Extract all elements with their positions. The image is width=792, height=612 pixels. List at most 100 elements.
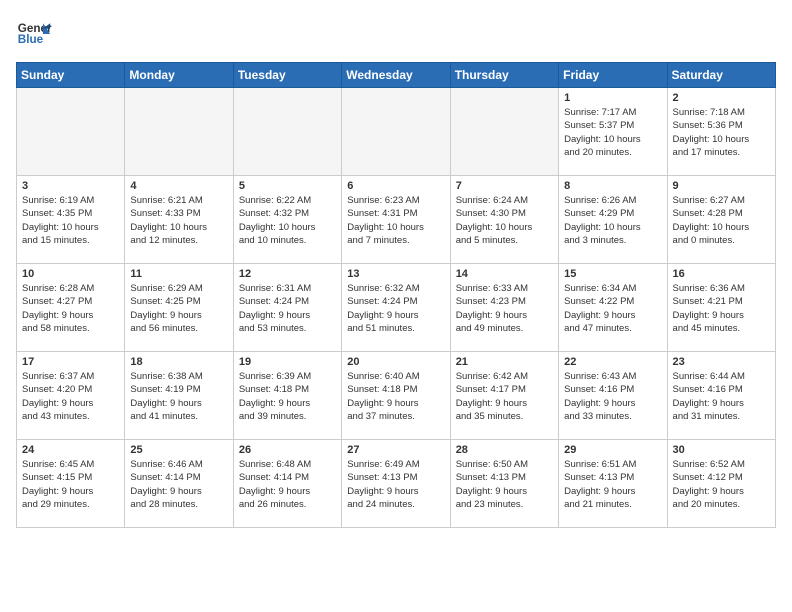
day-info: Sunrise: 6:33 AM Sunset: 4:23 PM Dayligh… bbox=[456, 282, 553, 335]
calendar-cell: 23 Sunrise: 6:44 AM Sunset: 4:16 PM Dayli… bbox=[667, 352, 775, 440]
calendar-cell: 28 Sunrise: 6:50 AM Sunset: 4:13 PM Dayli… bbox=[450, 440, 558, 528]
weekday-header-sunday: Sunday bbox=[17, 63, 125, 88]
day-info: Sunrise: 6:43 AM Sunset: 4:16 PM Dayligh… bbox=[564, 370, 661, 423]
day-info: Sunrise: 6:48 AM Sunset: 4:14 PM Dayligh… bbox=[239, 458, 336, 511]
day-number: 2 bbox=[673, 92, 770, 104]
calendar-cell: 15 Sunrise: 6:34 AM Sunset: 4:22 PM Dayli… bbox=[559, 264, 667, 352]
day-number: 17 bbox=[22, 356, 119, 368]
calendar-cell: 24 Sunrise: 6:45 AM Sunset: 4:15 PM Dayli… bbox=[17, 440, 125, 528]
day-number: 3 bbox=[22, 180, 119, 192]
day-number: 26 bbox=[239, 444, 336, 456]
calendar-cell: 7Sunrise: 6:24 AM Sunset: 4:30 PM Daylig… bbox=[450, 176, 558, 264]
calendar-cell: 27Sunrise: 6:49 AM Sunset: 4:13 PM Dayli… bbox=[342, 440, 450, 528]
calendar-cell: 12 Sunrise: 6:31 AM Sunset: 4:24 PM Dayli… bbox=[233, 264, 341, 352]
day-info: Sunrise: 6:31 AM Sunset: 4:24 PM Dayligh… bbox=[239, 282, 336, 335]
day-info: Sunrise: 6:27 AM Sunset: 4:28 PM Dayligh… bbox=[673, 194, 770, 247]
day-info: Sunrise: 6:22 AM Sunset: 4:32 PM Dayligh… bbox=[239, 194, 336, 247]
day-number: 14 bbox=[456, 268, 553, 280]
calendar-cell: 5Sunrise: 6:22 AM Sunset: 4:32 PM Daylig… bbox=[233, 176, 341, 264]
calendar-cell: 17 Sunrise: 6:37 AM Sunset: 4:20 PM Dayli… bbox=[17, 352, 125, 440]
calendar-cell: 19 Sunrise: 6:39 AM Sunset: 4:18 PM Dayli… bbox=[233, 352, 341, 440]
day-number: 18 bbox=[130, 356, 227, 368]
day-info: Sunrise: 6:19 AM Sunset: 4:35 PM Dayligh… bbox=[22, 194, 119, 247]
day-info: Sunrise: 6:39 AM Sunset: 4:18 PM Dayligh… bbox=[239, 370, 336, 423]
calendar-cell: 16 Sunrise: 6:36 AM Sunset: 4:21 PM Dayli… bbox=[667, 264, 775, 352]
calendar-table: SundayMondayTuesdayWednesdayThursdayFrid… bbox=[16, 62, 776, 528]
day-info: Sunrise: 6:32 AM Sunset: 4:24 PM Dayligh… bbox=[347, 282, 444, 335]
day-info: Sunrise: 6:29 AM Sunset: 4:25 PM Dayligh… bbox=[130, 282, 227, 335]
calendar-cell: 30Sunrise: 6:52 AM Sunset: 4:12 PM Dayli… bbox=[667, 440, 775, 528]
day-number: 22 bbox=[564, 356, 661, 368]
day-number: 4 bbox=[130, 180, 227, 192]
day-info: Sunrise: 6:24 AM Sunset: 4:30 PM Dayligh… bbox=[456, 194, 553, 247]
weekday-header-tuesday: Tuesday bbox=[233, 63, 341, 88]
calendar-cell: 1 Sunrise: 7:17 AM Sunset: 5:37 PM Daylig… bbox=[559, 88, 667, 176]
day-number: 6 bbox=[347, 180, 444, 192]
calendar-cell: 8 Sunrise: 6:26 AM Sunset: 4:29 PM Daylig… bbox=[559, 176, 667, 264]
calendar-cell bbox=[342, 88, 450, 176]
calendar-cell: 20Sunrise: 6:40 AM Sunset: 4:18 PM Dayli… bbox=[342, 352, 450, 440]
day-number: 11 bbox=[130, 268, 227, 280]
day-info: Sunrise: 6:38 AM Sunset: 4:19 PM Dayligh… bbox=[130, 370, 227, 423]
day-info: Sunrise: 6:40 AM Sunset: 4:18 PM Dayligh… bbox=[347, 370, 444, 423]
day-info: Sunrise: 6:46 AM Sunset: 4:14 PM Dayligh… bbox=[130, 458, 227, 511]
weekday-header-thursday: Thursday bbox=[450, 63, 558, 88]
page-header: General Blue bbox=[16, 16, 776, 52]
logo: General Blue bbox=[16, 16, 52, 52]
calendar-cell bbox=[450, 88, 558, 176]
day-info: Sunrise: 6:28 AM Sunset: 4:27 PM Dayligh… bbox=[22, 282, 119, 335]
calendar-cell: 9 Sunrise: 6:27 AM Sunset: 4:28 PM Daylig… bbox=[667, 176, 775, 264]
day-info: Sunrise: 6:44 AM Sunset: 4:16 PM Dayligh… bbox=[673, 370, 770, 423]
day-number: 8 bbox=[564, 180, 661, 192]
calendar-cell: 21 Sunrise: 6:42 AM Sunset: 4:17 PM Dayli… bbox=[450, 352, 558, 440]
week-row-5: 24 Sunrise: 6:45 AM Sunset: 4:15 PM Dayli… bbox=[17, 440, 776, 528]
day-number: 29 bbox=[564, 444, 661, 456]
day-number: 16 bbox=[673, 268, 770, 280]
weekday-header-friday: Friday bbox=[559, 63, 667, 88]
day-number: 19 bbox=[239, 356, 336, 368]
week-row-1: 1 Sunrise: 7:17 AM Sunset: 5:37 PM Daylig… bbox=[17, 88, 776, 176]
day-info: Sunrise: 6:36 AM Sunset: 4:21 PM Dayligh… bbox=[673, 282, 770, 335]
day-info: Sunrise: 6:37 AM Sunset: 4:20 PM Dayligh… bbox=[22, 370, 119, 423]
logo-icon: General Blue bbox=[16, 16, 52, 52]
day-info: Sunrise: 6:52 AM Sunset: 4:12 PM Dayligh… bbox=[673, 458, 770, 511]
day-info: Sunrise: 6:34 AM Sunset: 4:22 PM Dayligh… bbox=[564, 282, 661, 335]
day-number: 25 bbox=[130, 444, 227, 456]
weekday-header-row: SundayMondayTuesdayWednesdayThursdayFrid… bbox=[17, 63, 776, 88]
calendar-cell: 13Sunrise: 6:32 AM Sunset: 4:24 PM Dayli… bbox=[342, 264, 450, 352]
weekday-header-monday: Monday bbox=[125, 63, 233, 88]
day-info: Sunrise: 7:18 AM Sunset: 5:36 PM Dayligh… bbox=[673, 106, 770, 159]
svg-text:Blue: Blue bbox=[18, 33, 44, 46]
day-number: 28 bbox=[456, 444, 553, 456]
day-number: 12 bbox=[239, 268, 336, 280]
calendar-cell: 14 Sunrise: 6:33 AM Sunset: 4:23 PM Dayli… bbox=[450, 264, 558, 352]
calendar-cell: 22 Sunrise: 6:43 AM Sunset: 4:16 PM Dayli… bbox=[559, 352, 667, 440]
day-info: Sunrise: 7:17 AM Sunset: 5:37 PM Dayligh… bbox=[564, 106, 661, 159]
day-info: Sunrise: 6:50 AM Sunset: 4:13 PM Dayligh… bbox=[456, 458, 553, 511]
day-number: 1 bbox=[564, 92, 661, 104]
calendar-cell bbox=[233, 88, 341, 176]
week-row-2: 3 Sunrise: 6:19 AM Sunset: 4:35 PM Daylig… bbox=[17, 176, 776, 264]
calendar-cell: 25 Sunrise: 6:46 AM Sunset: 4:14 PM Dayli… bbox=[125, 440, 233, 528]
day-info: Sunrise: 6:51 AM Sunset: 4:13 PM Dayligh… bbox=[564, 458, 661, 511]
calendar-cell: 29 Sunrise: 6:51 AM Sunset: 4:13 PM Dayli… bbox=[559, 440, 667, 528]
day-number: 24 bbox=[22, 444, 119, 456]
week-row-3: 10 Sunrise: 6:28 AM Sunset: 4:27 PM Dayli… bbox=[17, 264, 776, 352]
day-number: 27 bbox=[347, 444, 444, 456]
calendar-cell bbox=[17, 88, 125, 176]
week-row-4: 17 Sunrise: 6:37 AM Sunset: 4:20 PM Dayli… bbox=[17, 352, 776, 440]
day-number: 21 bbox=[456, 356, 553, 368]
day-number: 15 bbox=[564, 268, 661, 280]
day-info: Sunrise: 6:45 AM Sunset: 4:15 PM Dayligh… bbox=[22, 458, 119, 511]
weekday-header-wednesday: Wednesday bbox=[342, 63, 450, 88]
calendar-cell: 4Sunrise: 6:21 AM Sunset: 4:33 PM Daylig… bbox=[125, 176, 233, 264]
calendar-cell: 26 Sunrise: 6:48 AM Sunset: 4:14 PM Dayli… bbox=[233, 440, 341, 528]
day-number: 10 bbox=[22, 268, 119, 280]
day-info: Sunrise: 6:42 AM Sunset: 4:17 PM Dayligh… bbox=[456, 370, 553, 423]
weekday-header-saturday: Saturday bbox=[667, 63, 775, 88]
day-info: Sunrise: 6:23 AM Sunset: 4:31 PM Dayligh… bbox=[347, 194, 444, 247]
calendar-cell: 11 Sunrise: 6:29 AM Sunset: 4:25 PM Dayli… bbox=[125, 264, 233, 352]
day-number: 23 bbox=[673, 356, 770, 368]
day-number: 9 bbox=[673, 180, 770, 192]
day-info: Sunrise: 6:26 AM Sunset: 4:29 PM Dayligh… bbox=[564, 194, 661, 247]
